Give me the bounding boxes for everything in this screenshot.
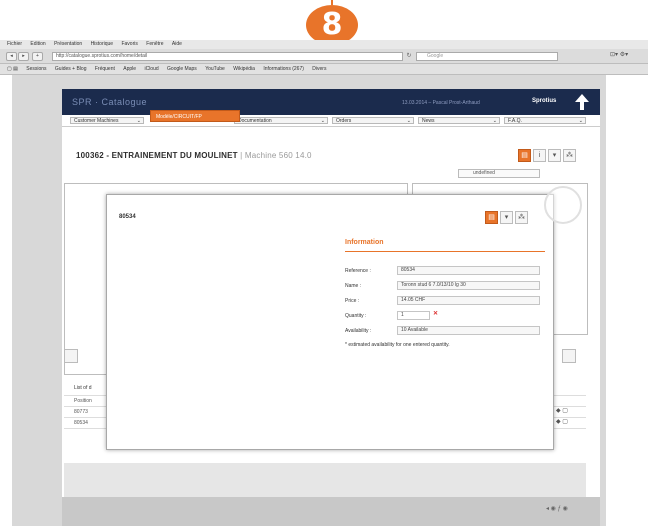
share-icon[interactable]: ⁂ xyxy=(515,211,528,225)
availability-label: Availability : xyxy=(345,328,372,334)
nav-orders-label: Orders xyxy=(336,118,352,124)
page-subtitle: | Machine 560 14.0 xyxy=(240,151,312,160)
nav-customer-machines-label: Customer Machines xyxy=(74,118,119,124)
brand-logo-icon xyxy=(575,94,589,110)
bookmarks-sidebar-icon[interactable]: ▢ ▤ xyxy=(7,64,18,74)
url-field[interactable]: http://catalogue.sprotius.com/home/detai… xyxy=(52,52,403,61)
price-value: 14.05 CHF xyxy=(397,296,540,305)
step-number-badge: 8 xyxy=(306,5,358,45)
bookmark-item[interactable]: Guides + Blog xyxy=(55,64,87,74)
table-header: List of d xyxy=(74,385,92,391)
dialog-title: 80534 xyxy=(119,214,136,220)
page-title-text: 100362 - ENTRAINEMENT DU MOULINET xyxy=(76,151,238,160)
bookmark-item[interactable]: Google Maps xyxy=(167,64,197,74)
nav-faq[interactable]: F.A.Q. ⌄ xyxy=(504,117,586,124)
back-button[interactable]: ◂ xyxy=(6,52,17,61)
bookmark-item[interactable]: Informations (267) xyxy=(263,64,304,74)
close-dialog-icon[interactable] xyxy=(544,186,582,224)
language-select[interactable]: undefined xyxy=(458,169,540,178)
cart-icon[interactable]: ▾ xyxy=(500,211,513,225)
bookmark-item[interactable]: Apple xyxy=(123,64,136,74)
page-footer: ◂ ◉ ƒ ◉ xyxy=(62,497,600,526)
zoom-control-left[interactable] xyxy=(64,349,78,363)
menu-item-edit[interactable]: Edition xyxy=(30,40,45,49)
menu-item-window[interactable]: Fenêtre xyxy=(146,40,163,49)
user-info: 13.03.2014 – Pascal Prost-Arthaud xyxy=(402,100,480,106)
pdf-icon[interactable]: ▤ xyxy=(518,149,531,163)
menu-item-bookmarks[interactable]: Favoris xyxy=(121,40,137,49)
reference-label: Reference : xyxy=(345,268,371,274)
bookmark-item[interactable]: YouTube xyxy=(205,64,225,74)
app-title: SPR · Catalogue xyxy=(72,97,148,107)
zoom-control-right[interactable] xyxy=(562,349,576,363)
quantity-input[interactable]: 1 xyxy=(397,311,430,320)
chevron-down-icon: ⌄ xyxy=(406,118,411,124)
bookmark-item[interactable]: Sessions xyxy=(26,64,46,74)
menu-item-help[interactable]: Aide xyxy=(172,40,182,49)
bookmark-item[interactable]: Wikipédia xyxy=(233,64,255,74)
part-detail-dialog: 80534 ▤ ▾ ⁂ Information Reference : 80534 … xyxy=(106,194,554,450)
browser-menu-bar: Fichier Edition Présentation Historique … xyxy=(0,40,648,49)
table-row[interactable]: 80534 xyxy=(74,420,88,426)
chevron-down-icon: ⌄ xyxy=(578,118,583,124)
reference-value: 80534 xyxy=(397,266,540,275)
availability-note: * estimated availability for one entered… xyxy=(345,342,450,348)
app-navigation: Customer Machines ⌄ Documentation ⌄ Orders… xyxy=(62,115,600,127)
quantity-error-icon: ✕ xyxy=(433,311,439,317)
dialog-actions: ▤ ▾ ⁂ xyxy=(485,209,530,227)
pdf-icon[interactable]: ▤ xyxy=(485,211,498,225)
menu-item-view[interactable]: Présentation xyxy=(54,40,82,49)
bookmark-item[interactable]: iCloud xyxy=(144,64,158,74)
nav-orders[interactable]: Orders ⌄ xyxy=(332,117,414,124)
list-footer-area xyxy=(64,463,586,497)
bookmark-item[interactable]: Fréquent xyxy=(95,64,115,74)
nav-documentation-label: Documentation xyxy=(238,118,272,124)
nav-news-label: News xyxy=(422,118,435,124)
add-tab-button[interactable]: + xyxy=(32,52,43,61)
brand-logo-text: Sprotius xyxy=(532,98,557,104)
nav-spare-parts-active[interactable]: Modèle/CIRCUIT/FP xyxy=(150,110,240,122)
browser-extension-icons[interactable]: ⊡▾ ⚙▾ xyxy=(610,51,628,58)
table-row: Position xyxy=(74,398,92,404)
quantity-label: Quantity : xyxy=(345,313,367,319)
nav-news[interactable]: News ⌄ xyxy=(418,117,500,124)
page-title: 100362 - ENTRAINEMENT DU MOULINET | Mach… xyxy=(76,151,312,160)
search-input[interactable]: Google xyxy=(416,52,558,61)
menu-item-history[interactable]: Historique xyxy=(91,40,114,49)
chevron-down-icon: ⌄ xyxy=(136,118,141,124)
page-actions: ▤ i ▾ ⁂ xyxy=(518,147,578,165)
availability-value: 10 Available xyxy=(397,326,540,335)
section-divider xyxy=(345,251,545,252)
forward-button[interactable]: ▸ xyxy=(18,52,29,61)
information-heading: Information xyxy=(345,239,384,246)
bookmark-item[interactable]: Divers xyxy=(312,64,326,74)
name-value: Toronn stud 6 7.0/13/10 lg 30 xyxy=(397,281,540,290)
browser-toolbar: ◂ ▸ + http://catalogue.sprotius.com/home… xyxy=(0,49,648,64)
nav-faq-label: F.A.Q. xyxy=(508,118,522,124)
cart-icon[interactable]: ▾ xyxy=(548,149,561,163)
name-label: Name : xyxy=(345,283,362,289)
chevron-down-icon: ⌄ xyxy=(492,118,497,124)
bookmarks-bar: ▢ ▤ Sessions Guides + Blog Fréquent Appl… xyxy=(0,64,648,75)
chevron-down-icon: ⌄ xyxy=(320,118,325,124)
nav-documentation[interactable]: Documentation ⌄ xyxy=(234,117,328,124)
nav-customer-machines[interactable]: Customer Machines ⌄ xyxy=(70,117,144,124)
footer-social-icons[interactable]: ◂ ◉ ƒ ◉ xyxy=(546,505,568,512)
reload-icon[interactable]: ↻ xyxy=(405,52,413,60)
row-action-icons[interactable]: ◆ ▢ xyxy=(556,418,568,425)
share-icon[interactable]: ⁂ xyxy=(563,149,576,163)
info-icon[interactable]: i xyxy=(533,149,546,163)
table-row[interactable]: 80773 xyxy=(74,409,88,415)
menu-item-file[interactable]: Fichier xyxy=(7,40,22,49)
row-action-icons[interactable]: ◆ ▢ xyxy=(556,407,568,414)
app-header: SPR · Catalogue 13.03.2014 – Pascal Pros… xyxy=(62,89,600,115)
price-label: Price : xyxy=(345,298,360,304)
